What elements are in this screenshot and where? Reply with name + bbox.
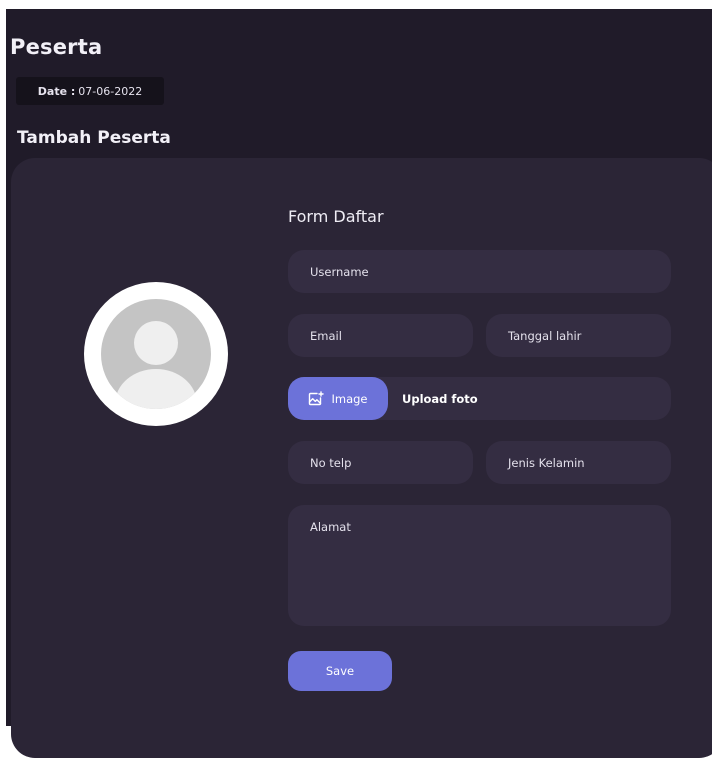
tanggal-lahir-input[interactable]: Tanggal lahir: [486, 314, 671, 357]
date-label: Date :: [37, 84, 76, 98]
form-title: Form Daftar: [288, 207, 384, 226]
image-button-label: Image: [331, 391, 368, 406]
avatar: [84, 282, 228, 426]
jenis-kelamin-input[interactable]: Jenis Kelamin: [486, 441, 671, 484]
tanggal-lahir-placeholder: Tanggal lahir: [508, 328, 582, 343]
avatar-head-shape: [134, 321, 178, 365]
page-title: Peserta: [10, 35, 103, 59]
avatar-body-shape: [115, 369, 197, 409]
alamat-textarea[interactable]: Alamat: [288, 505, 671, 626]
upload-photo-label: Upload foto: [402, 391, 478, 406]
user-placeholder-icon: [101, 299, 211, 409]
no-telp-input[interactable]: No telp: [288, 441, 473, 484]
email-placeholder: Email: [310, 328, 342, 343]
no-telp-placeholder: No telp: [310, 455, 352, 470]
section-title: Tambah Peserta: [17, 128, 171, 148]
date-value: 07-06-2022: [78, 84, 143, 98]
save-button[interactable]: Save: [288, 651, 392, 691]
username-input[interactable]: Username: [288, 250, 671, 293]
username-placeholder: Username: [310, 264, 369, 279]
image-plus-icon: [309, 391, 325, 406]
jenis-kelamin-placeholder: Jenis Kelamin: [508, 455, 585, 470]
alamat-placeholder: Alamat: [310, 520, 351, 534]
upload-photo-field: Image Upload foto: [288, 377, 671, 420]
email-input[interactable]: Email: [288, 314, 473, 357]
image-upload-button[interactable]: Image: [288, 377, 388, 420]
date-badge: Date : 07-06-2022: [16, 77, 164, 105]
